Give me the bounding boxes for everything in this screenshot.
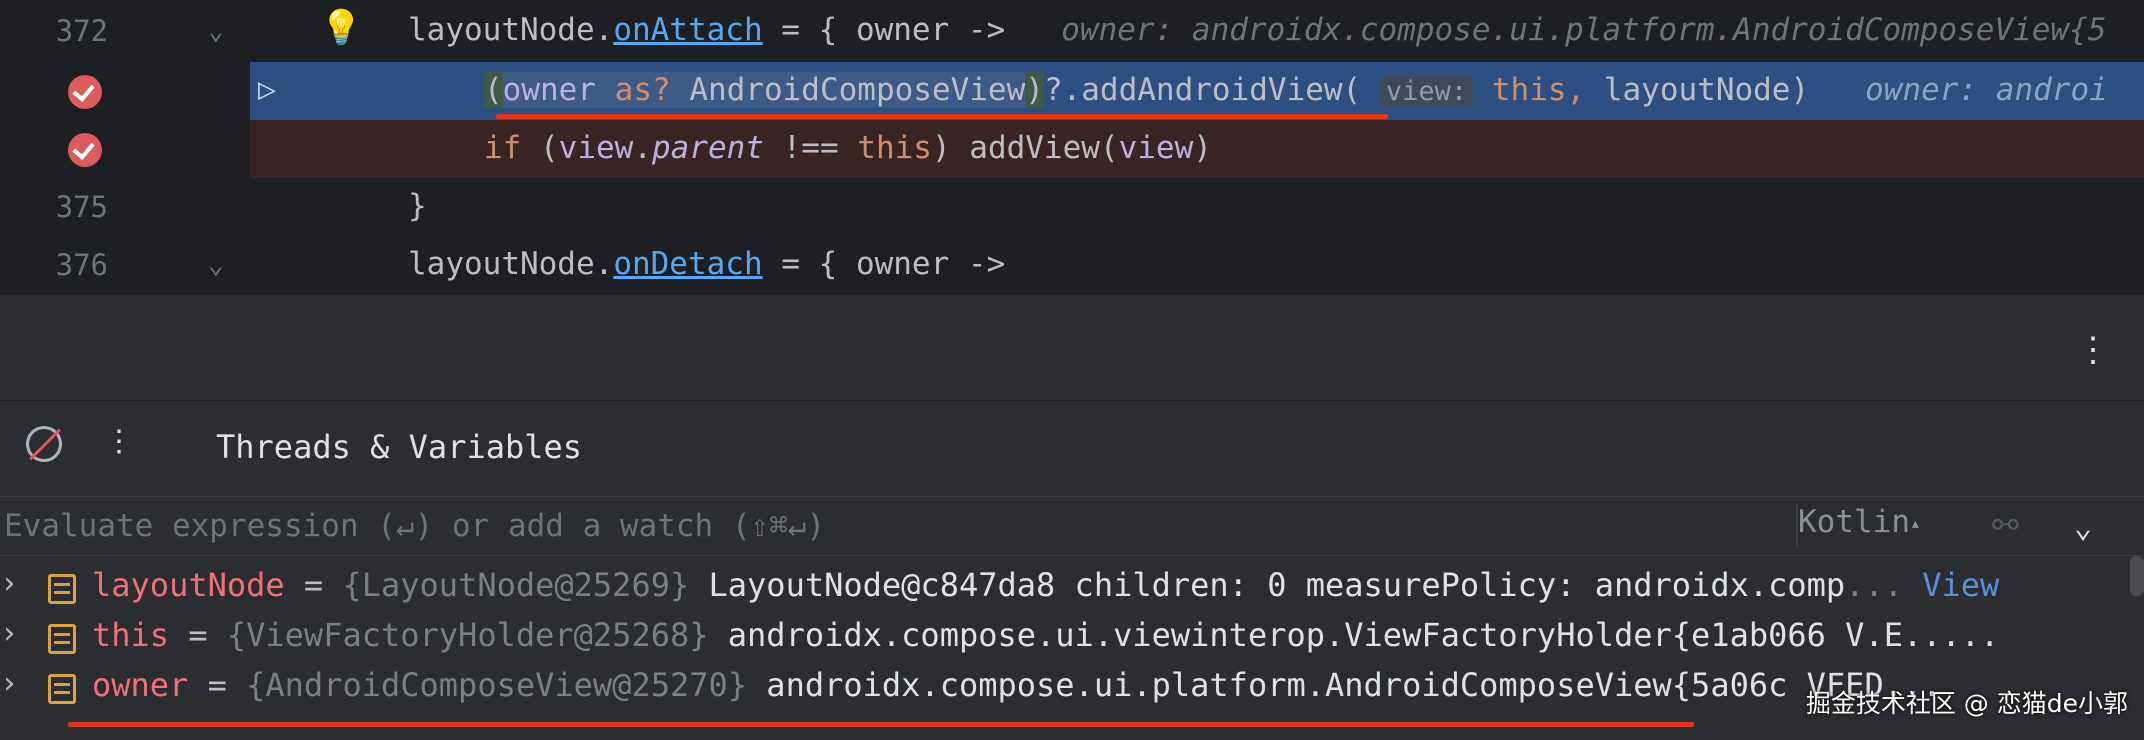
variable-text: this = {ViewFactoryHolder@25268} android… xyxy=(92,616,2000,654)
watermark: 掘金技术社区 @ 恋猫de小郭 xyxy=(1805,689,2128,718)
code-text: (owner as? AndroidComposeView)?.addAndro… xyxy=(484,72,2108,108)
code-editor[interactable]: 372 ⌄ 💡 layoutNode.onAttach = { owner ->… xyxy=(0,0,2144,294)
lightbulb-icon[interactable]: 💡 xyxy=(320,8,362,48)
gutter[interactable]: 375 xyxy=(0,178,250,236)
field-icon xyxy=(48,674,76,704)
kebab-menu-icon[interactable]: ⋮ xyxy=(2076,330,2110,370)
expand-chevron-icon[interactable]: › xyxy=(0,666,18,701)
add-watch-icon[interactable]: ⚯ xyxy=(1992,506,2019,544)
line-number: 376 xyxy=(55,248,108,282)
fold-chevron-icon[interactable]: ⌄ xyxy=(208,16,224,46)
code-text: layoutNode.onAttach = { owner -> owner: … xyxy=(408,12,2107,48)
breakpoint-check-icon[interactable] xyxy=(68,75,102,109)
variable-text: owner = {AndroidComposeView@25270} andro… xyxy=(92,666,1942,704)
breakpoint-line[interactable]: if (view.parent !== this) addView(view) xyxy=(0,120,2144,178)
gutter[interactable] xyxy=(0,120,250,178)
gutter[interactable]: 376 ⌄ xyxy=(0,236,250,294)
code-line[interactable]: 372 ⌄ 💡 layoutNode.onAttach = { owner ->… xyxy=(0,2,2144,60)
view-link[interactable]: View xyxy=(1903,566,1999,604)
code-line[interactable]: 376 ⌄ layoutNode.onDetach = { owner -> xyxy=(0,236,2144,294)
field-icon xyxy=(48,624,76,654)
code-text: } xyxy=(408,188,427,224)
execution-point-icon: ▷ xyxy=(258,72,277,107)
language-select[interactable]: Kotlin▴ xyxy=(1798,504,1921,548)
code-text: layoutNode.onDetach = { owner -> xyxy=(408,246,1006,282)
scrollbar[interactable] xyxy=(2130,556,2144,596)
line-number: 372 xyxy=(55,14,108,48)
expand-chevron-icon[interactable]: › xyxy=(0,616,18,651)
variable-row[interactable]: › this = {ViewFactoryHolder@25268} andro… xyxy=(0,614,2144,664)
code-text: if (view.parent !== this) addView(view) xyxy=(484,130,1212,166)
inline-value-hint: owner: androidx.compose.ui.platform.Andr… xyxy=(1061,12,2107,48)
mute-breakpoints-icon[interactable] xyxy=(26,426,62,462)
kebab-menu-icon[interactable]: ⋮ xyxy=(104,424,134,459)
annotation-underline xyxy=(68,722,1694,727)
fold-chevron-icon[interactable]: ⌄ xyxy=(208,250,224,280)
parameter-hint: view: xyxy=(1379,76,1474,107)
breakpoint-check-icon[interactable] xyxy=(68,133,102,167)
execution-line[interactable]: ▷ (owner as? AndroidComposeView)?.addAnd… xyxy=(0,62,2144,120)
evaluate-expression-input[interactable] xyxy=(0,498,1796,554)
debug-toolbar xyxy=(0,294,2144,400)
expand-chevron-icon[interactable]: › xyxy=(0,566,18,601)
chevron-down-icon[interactable]: ⌄ xyxy=(2074,510,2092,545)
variable-text: layoutNode = {LayoutNode@25269} LayoutNo… xyxy=(92,566,2000,604)
variable-row[interactable]: › layoutNode = {LayoutNode@25269} Layout… xyxy=(0,564,2144,614)
panel-title[interactable]: Threads & Variables xyxy=(216,428,582,466)
annotation-underline xyxy=(496,114,1388,119)
gutter[interactable]: 372 ⌄ xyxy=(0,2,250,60)
line-number: 375 xyxy=(55,190,108,224)
code-line[interactable]: 375 } xyxy=(0,178,2144,236)
gutter[interactable] xyxy=(0,62,250,120)
field-icon xyxy=(48,574,76,604)
inline-value-hint: owner: androi xyxy=(1865,72,2108,108)
